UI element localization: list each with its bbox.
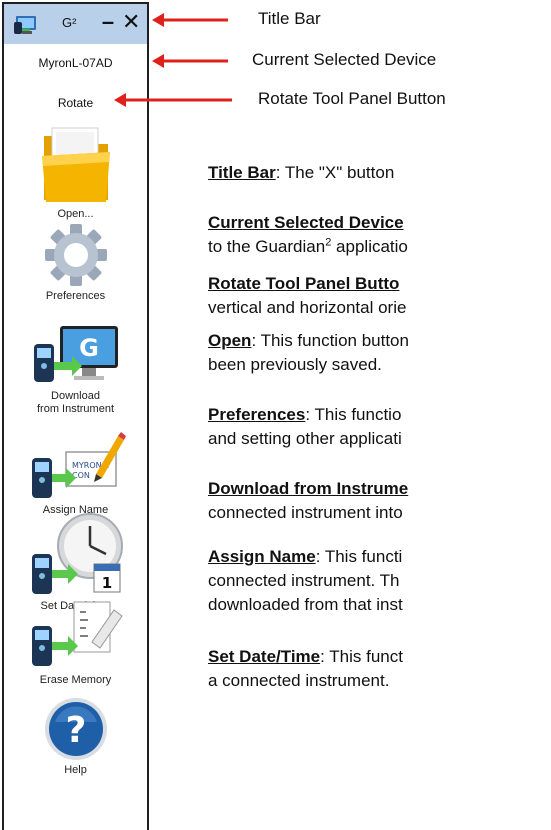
minimize-button[interactable]: – [99,11,117,33]
download-label-line1: Download [51,390,100,402]
preferences-label: Preferences [45,290,106,302]
clock-calendar-icon: 1 [31,513,123,594]
current-device-arrow-icon [152,54,228,68]
description-preferences-text2: and setting other applicati [208,429,402,448]
description-download-text: connected instrument into [208,503,403,522]
term-preferences: Preferences [208,405,306,424]
description-rotate-button: Rotate Tool Panel Butto vertical and hor… [208,272,551,320]
folder-icon [41,127,110,202]
description-current-device: Current Selected Device to the Guardian2… [208,211,551,259]
description-preferences-text1: : This functio [305,405,402,424]
description-current-device-rest: applicatio [331,237,408,256]
rotate-button-arrow-icon [114,93,232,107]
download-label-line2: from Instrument [36,403,115,415]
help-icon: ? [44,698,107,760]
erase-memory-icon [31,601,123,666]
assign-name-icon: MYRON L CON [31,432,126,498]
description-rotate-button-text: vertical and horizontal orie [208,298,407,317]
description-open: Open: This function button been previous… [208,329,551,377]
gear-icon [44,224,107,286]
term-title-bar: Title Bar [208,163,276,182]
erase-memory-label: Erase Memory [39,674,112,686]
term-assign-name: Assign Name [208,547,316,566]
description-set-date-time: Set Date/Time: This funct a connected in… [208,645,551,693]
title-bar[interactable]: G² – ✕ [4,4,147,44]
description-current-device-text: to the Guardian [208,237,326,256]
term-rotate-button: Rotate Tool Panel Butto [208,274,400,293]
help-button[interactable]: ? Help [4,696,147,777]
assign-name-button[interactable]: MYRON L CON Assign Name [4,430,147,517]
description-title-bar: Title Bar: The "X" button [208,161,551,185]
description-title-bar-text: : The "X" button [275,163,395,182]
erase-memory-button[interactable]: Erase Memory [4,600,147,687]
svg-text:G: G [79,334,99,362]
description-preferences: Preferences: This functio and setting ot… [208,403,551,451]
description-open-text1: : This function button [251,331,409,350]
svg-text:1: 1 [101,574,111,592]
callout-current-device: Current Selected Device [252,50,437,69]
current-device-name: MyronL-07AD [38,56,113,70]
svg-text:?: ? [65,710,86,751]
window-title: G² [62,15,77,30]
callout-rotate-button: Rotate Tool Panel Button [258,89,446,108]
title-bar-arrow-icon [152,13,228,27]
description-assign-name-text1: : This functi [315,547,403,566]
guardian-logo-icon [14,16,36,34]
download-from-instrument-button[interactable]: G Download from Instrument [4,322,147,416]
open-button[interactable]: Open... [4,122,147,221]
term-current-device: Current Selected Device [208,213,404,232]
callout-title-bar: Title Bar [258,9,321,28]
description-download: Download from Instrume connected instrum… [208,477,551,525]
description-assign-name-text3: downloaded from that inst [208,595,403,614]
set-date-time-button[interactable]: 1 Set Date/Time [4,510,147,613]
description-assign-name-text2: connected instrument. Th [208,571,400,590]
term-open: Open [208,331,252,350]
description-open-text2: been previously saved. [208,355,382,374]
description-set-date-time-text2: a connected instrument. [208,671,390,690]
term-set-date-time: Set Date/Time [208,647,321,666]
download-instrument-icon: G [33,326,118,382]
tool-panel: G² – ✕ MyronL-07AD Rotate Open... Prefer… [2,2,149,830]
help-label: Help [64,764,87,776]
description-assign-name: Assign Name: This functi connected instr… [208,545,551,617]
description-set-date-time-text1: : This funct [320,647,403,666]
open-label: Open... [57,208,94,220]
close-button[interactable]: ✕ [122,11,140,33]
preferences-button[interactable]: Preferences [4,222,147,303]
term-download: Download from Instrume [208,479,409,498]
